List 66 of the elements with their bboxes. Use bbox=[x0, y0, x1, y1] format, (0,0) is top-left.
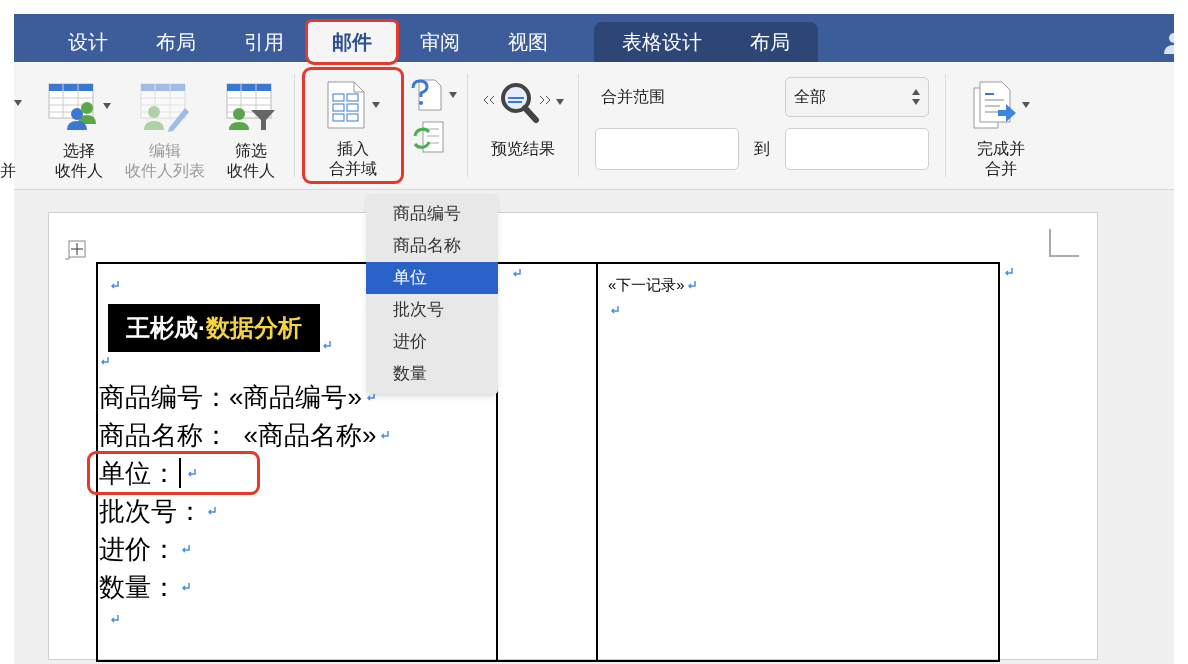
paragraph-mark-icon bbox=[181, 582, 191, 592]
table-funnel-icon bbox=[225, 80, 277, 132]
menu-item[interactable]: 批次号 bbox=[366, 294, 498, 326]
paragraph-mark-icon bbox=[365, 392, 376, 402]
field-line: 单位： bbox=[99, 457, 177, 490]
menu-item[interactable]: 进价 bbox=[366, 326, 498, 358]
menu-item[interactable]: 商品编号 bbox=[366, 198, 498, 230]
field-line: 数量： bbox=[99, 571, 177, 604]
magnifier-icon bbox=[482, 80, 552, 124]
to-field[interactable] bbox=[785, 128, 929, 170]
paragraph-mark-icon bbox=[686, 280, 697, 291]
refresh-document-icon bbox=[411, 120, 445, 154]
table-move-handle-icon bbox=[65, 239, 87, 261]
range-select[interactable]: 全部 bbox=[785, 77, 929, 117]
paragraph-mark-icon bbox=[207, 506, 217, 516]
paragraph-mark-icon bbox=[610, 304, 620, 315]
caret-icon bbox=[1022, 102, 1030, 108]
paragraph-mark-icon bbox=[380, 430, 391, 440]
tab[interactable]: 设计 bbox=[44, 22, 132, 62]
menu-item[interactable]: 商品名称 bbox=[366, 230, 498, 262]
paragraph-mark-icon bbox=[110, 614, 120, 624]
tab[interactable]: 邮件 bbox=[308, 22, 396, 62]
table-pencil-icon bbox=[139, 80, 191, 132]
rules-button[interactable] bbox=[411, 78, 457, 112]
tab[interactable]: 审阅 bbox=[396, 22, 484, 62]
caret-icon bbox=[372, 102, 380, 108]
caret-icon bbox=[449, 92, 457, 98]
paragraph-mark-icon bbox=[1004, 267, 1014, 277]
field-line: 进价： bbox=[99, 533, 177, 566]
paragraph-mark-icon bbox=[181, 544, 191, 554]
table-people-icon bbox=[47, 80, 99, 132]
paragraph-mark-icon bbox=[110, 280, 120, 290]
stepper-arrows-icon bbox=[912, 89, 920, 105]
person-icon[interactable] bbox=[1164, 32, 1174, 54]
tab[interactable]: 布局 bbox=[726, 22, 814, 62]
question-document-icon bbox=[411, 78, 443, 112]
tab[interactable]: 视图 bbox=[484, 22, 572, 62]
tab[interactable]: 表格设计 bbox=[598, 22, 726, 62]
menu-item[interactable]: 单位 bbox=[366, 262, 498, 294]
paragraph-mark-icon bbox=[512, 268, 522, 278]
page-corner-mark-icon bbox=[1049, 229, 1079, 257]
caret-icon bbox=[103, 103, 111, 109]
button-label: 并 bbox=[0, 161, 16, 181]
recipients-button[interactable]: 选择 收件人 bbox=[36, 70, 122, 181]
document-grid-icon bbox=[326, 80, 366, 130]
caret-icon bbox=[14, 100, 22, 106]
from-field[interactable] bbox=[595, 128, 739, 170]
title-banner: 王彬成·数据分析 bbox=[108, 304, 320, 352]
field-line: 商品名称： «商品名称» bbox=[99, 419, 377, 452]
finish-merge-button[interactable]: 完成并 合并 bbox=[946, 70, 1056, 181]
menu-item[interactable]: 数量 bbox=[366, 358, 498, 390]
paragraph-mark-icon bbox=[187, 468, 197, 478]
recipients-button[interactable]: 筛选 收件人 bbox=[208, 70, 294, 181]
next-record-field: «下一记录» bbox=[608, 274, 685, 297]
caret-icon bbox=[556, 99, 564, 105]
document-arrow-icon bbox=[972, 80, 1016, 130]
to-label: 到 bbox=[753, 139, 771, 159]
merge-range-label: 合并范围 bbox=[600, 87, 666, 107]
preview-results-button[interactable]: 预览结果 bbox=[468, 70, 578, 181]
field-line: 商品编号：«商品编号» bbox=[99, 381, 362, 414]
field-line: 批次号： bbox=[99, 495, 203, 528]
paragraph-mark-icon bbox=[322, 340, 332, 350]
tab[interactable]: 布局 bbox=[132, 22, 220, 62]
tab[interactable]: 引用 bbox=[220, 22, 308, 62]
paragraph-mark-icon bbox=[100, 356, 110, 366]
insert-merge-field-button[interactable]: 插入 合并域 bbox=[305, 70, 401, 181]
